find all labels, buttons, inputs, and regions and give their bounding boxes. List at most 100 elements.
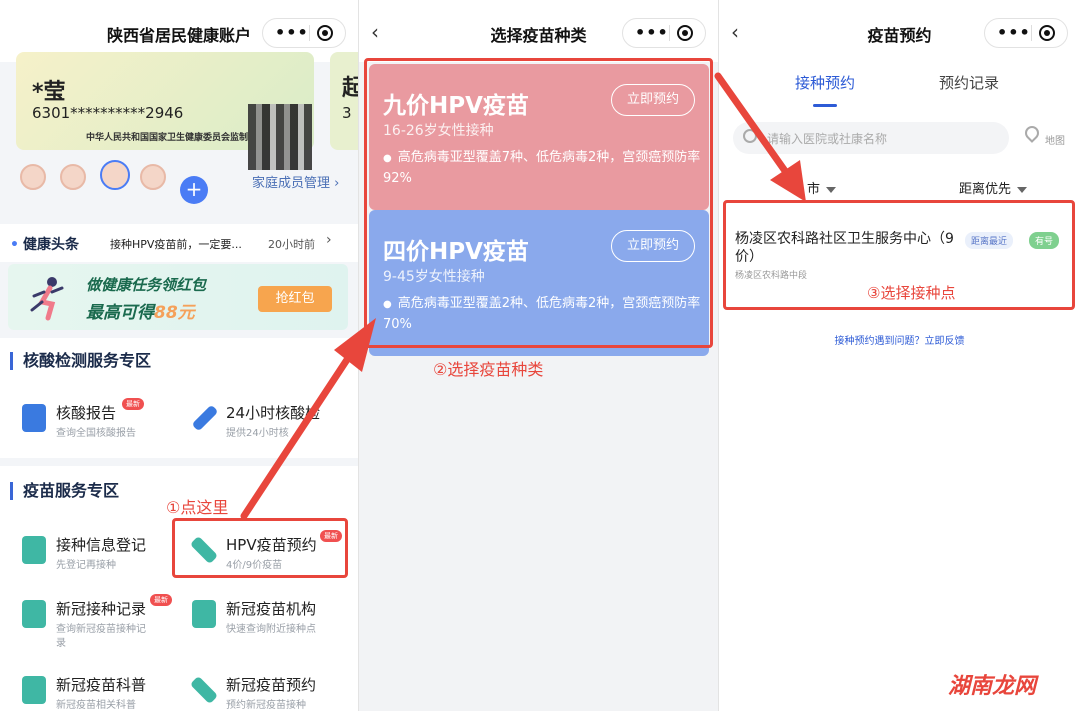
new-badge: 最新: [122, 398, 144, 410]
runner-illustration-icon: [30, 277, 64, 321]
qr-code-icon[interactable]: [248, 104, 312, 170]
nucleic-report-sub: 查询全国核酸报告: [56, 428, 136, 439]
top-bar: ‹ 选择疫苗种类 •••: [359, 0, 718, 62]
next-card-char: 起: [342, 76, 358, 101]
grab-red-packet-button[interactable]: 抢红包: [258, 286, 332, 312]
close-target-icon[interactable]: [317, 25, 333, 41]
test-tube-icon: [192, 404, 219, 432]
family-member-avatar-selected[interactable]: [100, 160, 130, 196]
feedback-link[interactable]: 接种预约遇到问题？立即反馈: [719, 332, 1080, 347]
covid-record-item[interactable]: 新冠接种记录 最新 查询新冠疫苗接种记 录: [22, 594, 182, 649]
covid-booking-sub: 预约新冠疫苗接种: [226, 700, 306, 711]
tab-booking[interactable]: 接种预约: [795, 72, 855, 93]
nucleic-24h-item[interactable]: 24小时核酸检 提供24小时核: [192, 400, 342, 448]
highlight-box-vaccine-types: [364, 58, 713, 348]
card-holder-name: *莹: [32, 80, 66, 105]
nucleic-24h-sub: 提供24小时核: [226, 428, 289, 439]
more-icon[interactable]: •••: [275, 23, 309, 42]
vaccine-register-label: 接种信息登记: [56, 536, 147, 554]
covid-institution-item[interactable]: 新冠疫苗机构 快速查询附近接种点: [192, 596, 352, 644]
news-label: 健康头条: [10, 234, 79, 254]
news-time: 20小时前: [268, 238, 315, 251]
vaccine-register-item[interactable]: 接种信息登记 先登记再接种: [22, 532, 182, 580]
new-badge: 最新: [150, 594, 172, 606]
covid-institution-label: 新冠疫苗机构: [226, 600, 317, 618]
health-news-bar[interactable]: 健康头条 接种HPV疫苗前，一定要... 20小时前 ›: [0, 224, 358, 262]
close-target-icon[interactable]: [677, 25, 693, 41]
register-icon: [22, 536, 46, 564]
nucleic-report-item[interactable]: 核酸报告 最新 查询全国核酸报告: [22, 398, 182, 448]
search-icon: [743, 129, 757, 143]
nucleic-section-title: 核酸检测服务专区: [10, 352, 151, 370]
next-health-card[interactable]: 起 3: [330, 52, 358, 150]
map-button[interactable]: 地图: [1021, 122, 1071, 154]
banner-line2: 最高可得88元: [86, 298, 195, 323]
family-member-avatar[interactable]: [60, 164, 88, 200]
banner-amount: 88元: [154, 303, 195, 323]
vaccine-booking-screen: ‹ 疫苗预约 ••• 接种预约 预约记录 请输入医院或社康名称 地图 市 距离优…: [718, 0, 1080, 711]
nucleic-24h-label: 24小时核酸检: [226, 404, 321, 422]
covid-science-sub: 新冠疫苗相关科普: [56, 700, 136, 711]
syringe-icon: [189, 675, 219, 705]
mini-program-capsule[interactable]: •••: [262, 18, 346, 48]
mini-program-capsule[interactable]: •••: [622, 18, 706, 48]
covid-record-sub2: 录: [56, 638, 66, 649]
covid-science-item[interactable]: 新冠疫苗科普 新冠疫苗相关科普: [22, 672, 182, 711]
health-card[interactable]: *莹 6301**********2946 中华人民共和国国家卫生健康委员会监制: [16, 52, 314, 170]
record-icon: [22, 600, 46, 628]
book-icon: [22, 676, 46, 704]
city-filter[interactable]: 市: [807, 178, 837, 197]
dropdown-icon: [1017, 186, 1028, 193]
chevron-right-icon[interactable]: ›: [326, 232, 332, 248]
banner-line1: 做健康任务领红包: [86, 276, 207, 294]
nucleic-report-label: 核酸报告: [56, 404, 117, 422]
vaccine-section-title: 疫苗服务专区: [10, 482, 119, 500]
card-id-number: 6301**********2946: [32, 104, 184, 122]
search-input[interactable]: 请输入医院或社康名称: [733, 122, 1009, 154]
capsule-divider: [1031, 25, 1032, 41]
annotation-step1: ①点这里: [166, 498, 229, 517]
top-bar: ‹ 疫苗预约 •••: [719, 0, 1080, 62]
dropdown-icon: [826, 186, 837, 193]
sort-filter-label: 距离优先: [959, 182, 1012, 197]
active-tab-indicator: [813, 104, 837, 107]
news-text[interactable]: 接种HPV疫苗前，一定要...: [110, 236, 242, 252]
map-label: 地图: [1045, 136, 1065, 147]
next-card-digit: 3: [342, 104, 352, 122]
capsule-divider: [309, 25, 310, 41]
vaccine-type-screen: ‹ 选择疫苗种类 ••• 九价HPV疫苗 16-26岁女性接种 高危病毒亚型覆盖…: [358, 0, 718, 711]
health-account-screen: 陕西省居民健康账户 ••• *莹 6301**********2946 中华人民…: [0, 0, 358, 711]
vaccine-register-sub: 先登记再接种: [56, 560, 116, 571]
red-packet-banner[interactable]: 做健康任务领红包 最高可得88元 抢红包: [8, 264, 348, 330]
watermark: 湖南龙网: [948, 674, 1037, 699]
capsule-divider: [669, 25, 670, 41]
family-member-row: [14, 158, 244, 208]
add-member-button[interactable]: +: [180, 176, 208, 204]
covid-record-label: 新冠接种记录: [56, 600, 147, 618]
more-icon[interactable]: •••: [635, 23, 669, 42]
more-icon[interactable]: •••: [997, 23, 1031, 42]
institution-icon: [192, 600, 216, 628]
covid-record-sub: 查询新冠疫苗接种记: [56, 624, 146, 635]
family-member-avatar[interactable]: [140, 164, 168, 200]
family-member-avatar[interactable]: [20, 164, 48, 200]
covid-institution-sub: 快速查询附近接种点: [226, 624, 316, 635]
close-target-icon[interactable]: [1039, 25, 1055, 41]
highlight-box-hospital: [723, 200, 1075, 310]
report-icon: [22, 404, 46, 432]
city-filter-label: 市: [807, 182, 821, 197]
card-issuer: 中华人民共和国国家卫生健康委员会监制: [86, 133, 249, 143]
annotation-step2: ②选择疫苗种类: [433, 360, 544, 379]
sort-filter[interactable]: 距离优先: [959, 178, 1028, 197]
location-pin-icon: [1022, 123, 1042, 143]
tab-booking-records[interactable]: 预约记录: [939, 72, 999, 93]
family-manage-label: 家庭成员管理: [252, 176, 331, 191]
banner-line2-prefix: 最高可得: [86, 303, 154, 323]
mini-program-capsule[interactable]: •••: [984, 18, 1068, 48]
covid-booking-item[interactable]: 新冠疫苗预约 预约新冠疫苗接种: [189, 672, 352, 711]
covid-science-label: 新冠疫苗科普: [56, 676, 147, 694]
covid-booking-label: 新冠疫苗预约: [226, 676, 317, 694]
search-placeholder: 请输入医院或社康名称: [767, 132, 888, 146]
family-manage-link[interactable]: 家庭成员管理 ›: [252, 172, 339, 191]
nucleic-section: 核酸检测服务专区 核酸报告 最新 查询全国核酸报告 24小时核酸检 提供24小时…: [0, 338, 358, 458]
